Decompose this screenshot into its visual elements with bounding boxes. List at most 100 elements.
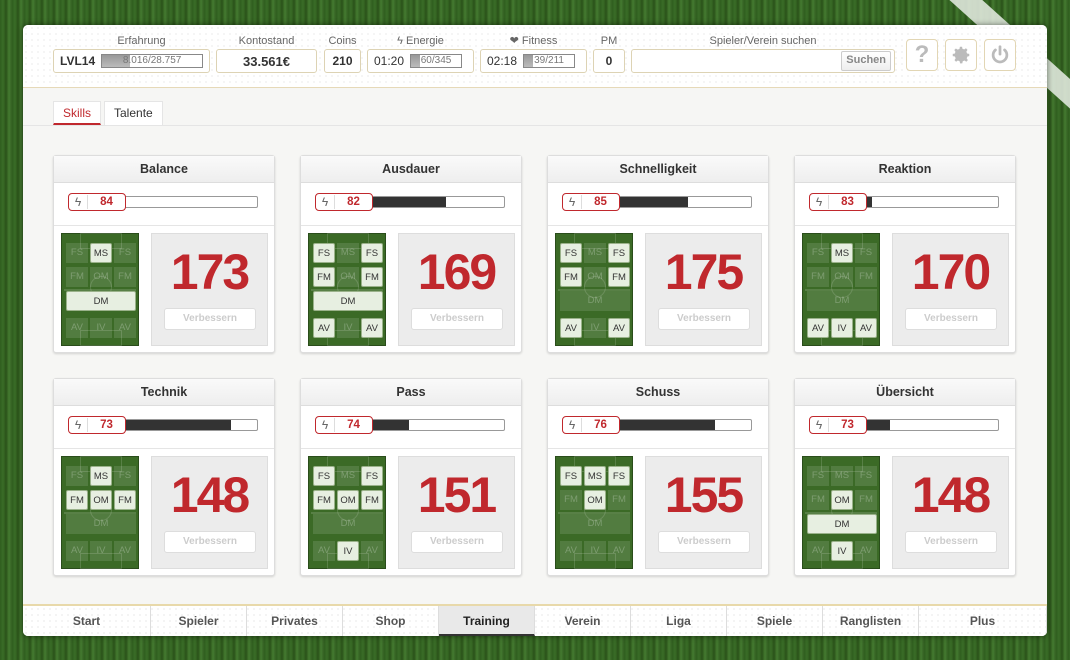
position-rm: FM [114,267,136,287]
position-rm: FM [855,267,877,287]
position-lf: FS [66,466,88,486]
nav-privates[interactable]: Privates [247,606,343,636]
position-om: OM [337,267,359,287]
position-om: OM [337,490,359,510]
position-lf: FS [66,243,88,263]
skill-level: 82 [347,196,360,208]
position-dm: DM [560,514,630,534]
position-ms: MS [831,243,853,263]
skill-value: 169 [417,244,497,300]
skill-level-badge: ϟ 73 [809,416,867,434]
skill-progress: ϟ 82 [315,193,505,211]
skill-card: Balance ϟ 84 FS MS FS FM OM FM DM AV IV AV 173 Verbess… [53,155,275,353]
position-dm: DM [560,291,630,311]
pm-value[interactable]: 0 [593,49,625,73]
nav-verein[interactable]: Verein [535,606,631,636]
lightning-icon: ϟ [563,418,582,432]
experience-box: LVL14 8.016/28.757 [53,49,210,73]
position-ms: MS [90,243,112,263]
nav-training[interactable]: Training [439,606,535,636]
position-rm: FM [114,490,136,510]
power-icon[interactable] [984,39,1016,71]
skill-level: 74 [347,419,360,431]
position-om: OM [831,490,853,510]
energy-bar: 60/345 [410,54,463,68]
nav-spieler[interactable]: Spieler [151,606,247,636]
skill-progress-fill [613,420,716,430]
search-label: Spieler/Verein suchen [709,35,817,47]
skill-card: Ausdauer ϟ 82 FS MS FS FM OM FM DM AV IV AV 169 Verbes… [300,155,522,353]
tab-talente[interactable]: Talente [104,101,163,125]
skill-level: 85 [594,196,607,208]
skill-value-box: 148 Verbessern [892,456,1009,569]
fitness-box: 02:18 39/211 [480,49,587,73]
improve-button[interactable]: Verbessern [658,531,750,553]
position-lv: AV [560,541,582,561]
help-icon[interactable]: ? [906,39,938,71]
settings-gear-icon[interactable] [945,39,977,71]
skill-title: Technik [54,379,274,406]
balance-group: Kontostand 33.561€ [216,35,317,73]
nav-liga[interactable]: Liga [631,606,727,636]
nav-ranglisten[interactable]: Ranglisten [823,606,919,636]
position-om: OM [90,267,112,287]
coins-value: 210 [324,49,361,73]
skill-level-badge: ϟ 74 [315,416,373,434]
coins-label: Coins [328,35,357,47]
experience-label: Erfahrung [117,35,166,47]
position-lf: FS [807,466,829,486]
nav-shop[interactable]: Shop [343,606,439,636]
improve-button[interactable]: Verbessern [658,308,750,330]
lightning-icon: ϟ [316,418,335,432]
improve-button[interactable]: Verbessern [905,308,997,330]
bottom-navigation: Start Spieler Privates Shop Training Verein Li… [23,604,1047,636]
position-dm: DM [66,514,136,534]
divider [301,448,521,449]
search-button[interactable]: Suchen [841,51,891,71]
improve-button[interactable]: Verbessern [164,308,256,330]
skill-card: Schuss ϟ 76 FS MS FS FM OM FM DM AV IV AV 155 Verbesse… [547,378,769,576]
skill-progress-bar [118,196,258,208]
improve-button[interactable]: Verbessern [905,531,997,553]
fitness-bar-text: 39/211 [534,55,564,66]
skill-value-box: 155 Verbessern [645,456,762,569]
experience-bar-text: 8.016/28.757 [122,55,182,66]
position-om: OM [831,267,853,287]
skill-progress-bar [365,419,505,431]
nav-plus[interactable]: Plus [919,606,1047,636]
improve-button[interactable]: Verbessern [411,531,503,553]
skill-progress: ϟ 73 [809,416,999,434]
position-lv: AV [560,318,582,338]
position-rf: FS [855,243,877,263]
skill-title: Übersicht [795,379,1015,406]
energy-box: 01:20 60/345 [367,49,474,73]
position-lv: AV [66,318,88,338]
skill-title: Reaktion [795,156,1015,183]
position-lv: AV [313,541,335,561]
energy-label-row: ϟ Energie [367,35,474,48]
position-lm: FM [313,267,335,287]
experience-group: Erfahrung LVL14 8.016/28.757 [53,35,210,73]
skill-value-box: 175 Verbessern [645,233,762,346]
improve-button[interactable]: Verbessern [164,531,256,553]
skill-progress-bar [612,196,752,208]
position-lv: AV [66,541,88,561]
skill-title: Pass [301,379,521,406]
skill-card: Schnelligkeit ϟ 85 FS MS FS FM OM FM DM AV IV AV 175 V… [547,155,769,353]
nav-start[interactable]: Start [23,606,151,636]
fitness-label: Fitness [521,35,558,47]
position-lm: FM [560,490,582,510]
position-rf: FS [361,243,383,263]
tab-skills[interactable]: Skills [53,101,102,125]
skill-value-box: 148 Verbessern [151,456,268,569]
search-input[interactable]: Suchen [631,49,895,73]
lightning-icon: ϟ [316,195,335,209]
position-ms: MS [337,243,359,263]
position-lf: FS [313,243,335,263]
energy-group: ϟ Energie 01:20 60/345 [367,35,474,73]
skill-title: Balance [54,156,274,183]
position-rv: AV [114,541,136,561]
nav-spiele[interactable]: Spiele [727,606,823,636]
improve-button[interactable]: Verbessern [411,308,503,330]
pm-label[interactable]: PM [593,35,625,48]
